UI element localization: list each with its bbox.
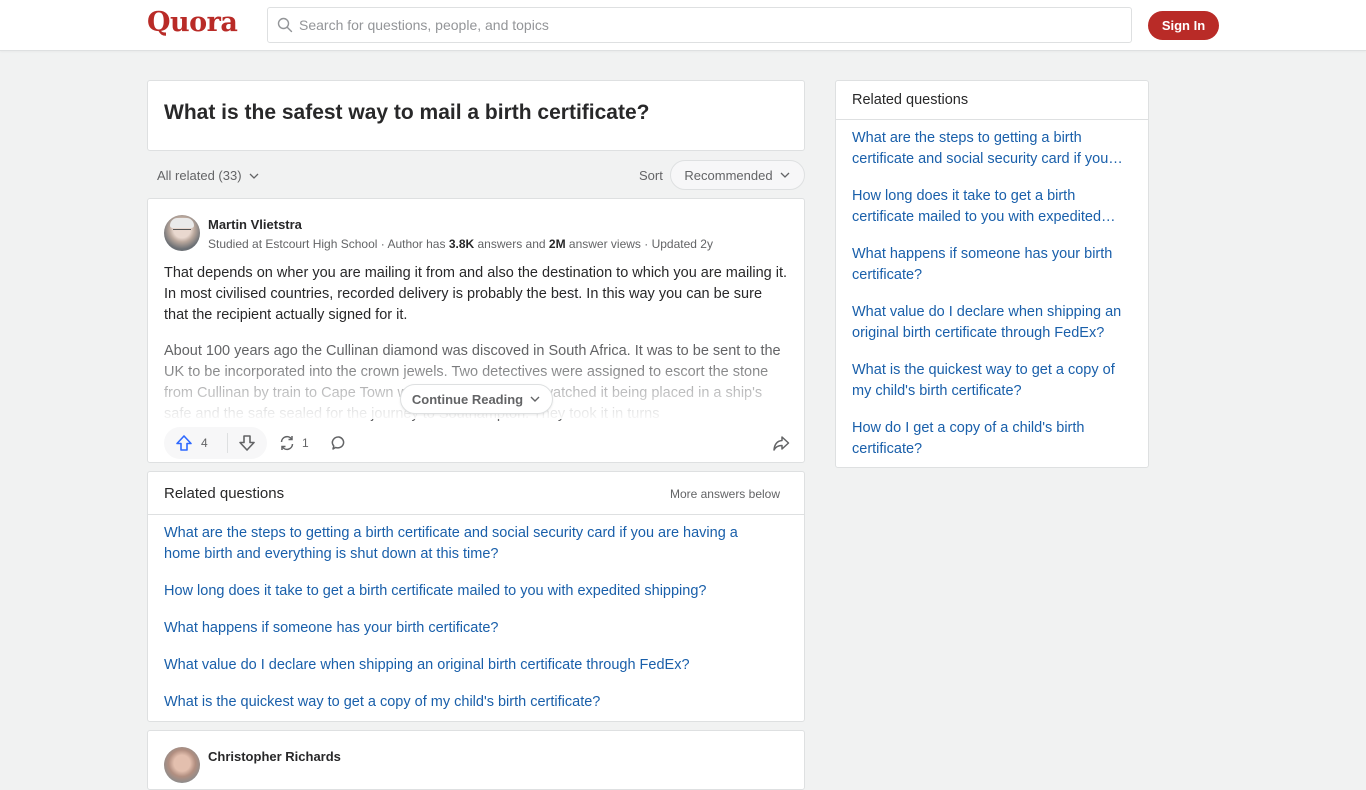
chevron-down-icon <box>530 396 540 402</box>
continue-reading-button[interactable]: Continue Reading <box>400 384 553 414</box>
comment-icon <box>331 436 345 450</box>
chevron-down-icon <box>780 172 790 178</box>
sidebar-question-link[interactable]: What happens if someone has your birth c… <box>852 244 1132 286</box>
sign-in-button[interactable]: Sign In <box>1148 11 1219 40</box>
related-question-link[interactable]: What are the steps to getting a birth ce… <box>164 523 764 565</box>
upvote-arrow-icon <box>176 435 192 451</box>
sidebar-title: Related questions <box>852 92 969 108</box>
downvote-arrow-icon <box>239 435 255 451</box>
related-questions-inline: Related questions More answers below Wha… <box>147 471 805 722</box>
sidebar-question-link[interactable]: How do I get a copy of a child's birth c… <box>852 418 1132 460</box>
upvote-count: 4 <box>201 436 208 450</box>
answer-actions: 4 1 <box>164 427 790 459</box>
answer-card: Martin Vlietstra Studied at Estcourt Hig… <box>147 198 805 463</box>
author-credential[interactable]: Studied at Estcourt High School <box>208 237 377 251</box>
meta-text: answers and <box>474 237 549 251</box>
meta-text: answer views · Updated 2y <box>565 237 713 251</box>
share-button[interactable] <box>772 427 790 459</box>
more-answers-below-label: More answers below <box>669 487 780 501</box>
sort-label: Sort <box>639 168 663 183</box>
fade-overlay <box>148 359 804 379</box>
top-navigation-bar: Quora Sign In <box>0 0 1366 51</box>
related-question-link[interactable]: How long does it take to get a birth cer… <box>164 581 764 602</box>
sidebar-question-link[interactable]: How long does it take to get a birth cer… <box>852 186 1132 228</box>
chevron-down-icon <box>249 173 259 179</box>
author-avatar[interactable] <box>164 747 200 783</box>
sidebar-question-link[interactable]: What value do I declare when shipping an… <box>852 302 1132 344</box>
answer-card: Christopher Richards <box>147 730 805 790</box>
related-questions-title: Related questions <box>164 485 285 502</box>
author-name[interactable]: Martin Vlietstra <box>208 217 302 232</box>
sidebar-questions-list: What are the steps to getting a birth ce… <box>836 120 1148 460</box>
sort-dropdown[interactable]: Recommended <box>670 160 805 190</box>
author-name[interactable]: Christopher Richards <box>208 749 341 764</box>
answer-filter-row: All related (33) Sort Recommended <box>147 160 805 190</box>
sort-value: Recommended <box>684 167 773 183</box>
search-bar[interactable] <box>267 7 1132 43</box>
author-avatar[interactable] <box>164 215 200 251</box>
sidebar-related-questions: Related questions What are the steps to … <box>835 80 1149 468</box>
reshare-icon <box>280 435 294 451</box>
related-question-link[interactable]: What is the quickest way to get a copy o… <box>164 692 764 713</box>
answers-count: 3.8K <box>448 237 475 251</box>
meta-text: · Author has <box>377 237 449 251</box>
share-arrow-icon <box>773 436 790 451</box>
sidebar-question-link[interactable]: What is the quickest way to get a copy o… <box>852 360 1132 402</box>
reshare-count: 1 <box>302 436 309 450</box>
vote-control: 4 <box>164 427 267 459</box>
author-credentials: Studied at Estcourt High School · Author… <box>208 237 713 251</box>
views-count: 2M <box>548 237 566 251</box>
comment-button[interactable] <box>330 427 348 459</box>
search-input[interactable] <box>299 17 1099 33</box>
all-related-dropdown[interactable]: All related (33) <box>157 168 260 183</box>
quora-logo[interactable]: Quora <box>147 7 238 38</box>
sidebar-header: Related questions <box>836 81 1148 120</box>
all-related-label: All related (33) <box>157 168 242 183</box>
reshare-button[interactable]: 1 <box>278 427 309 459</box>
downvote-button[interactable] <box>228 427 266 459</box>
question-card: What is the safest way to mail a birth c… <box>147 80 805 151</box>
continue-reading-label: Continue Reading <box>411 391 524 407</box>
question-title: What is the safest way to mail a birth c… <box>164 101 650 124</box>
answer-paragraph: That depends on wher you are mailing it … <box>164 265 788 323</box>
related-question-link[interactable]: What value do I declare when shipping an… <box>164 655 764 676</box>
upvote-button[interactable]: 4 <box>164 427 227 459</box>
related-questions-list: What are the steps to getting a birth ce… <box>148 515 804 713</box>
related-question-link[interactable]: What happens if someone has your birth c… <box>164 618 764 639</box>
sidebar-question-link[interactable]: What are the steps to getting a birth ce… <box>852 128 1132 170</box>
related-questions-header: Related questions More answers below <box>148 472 804 515</box>
search-icon <box>277 17 293 33</box>
